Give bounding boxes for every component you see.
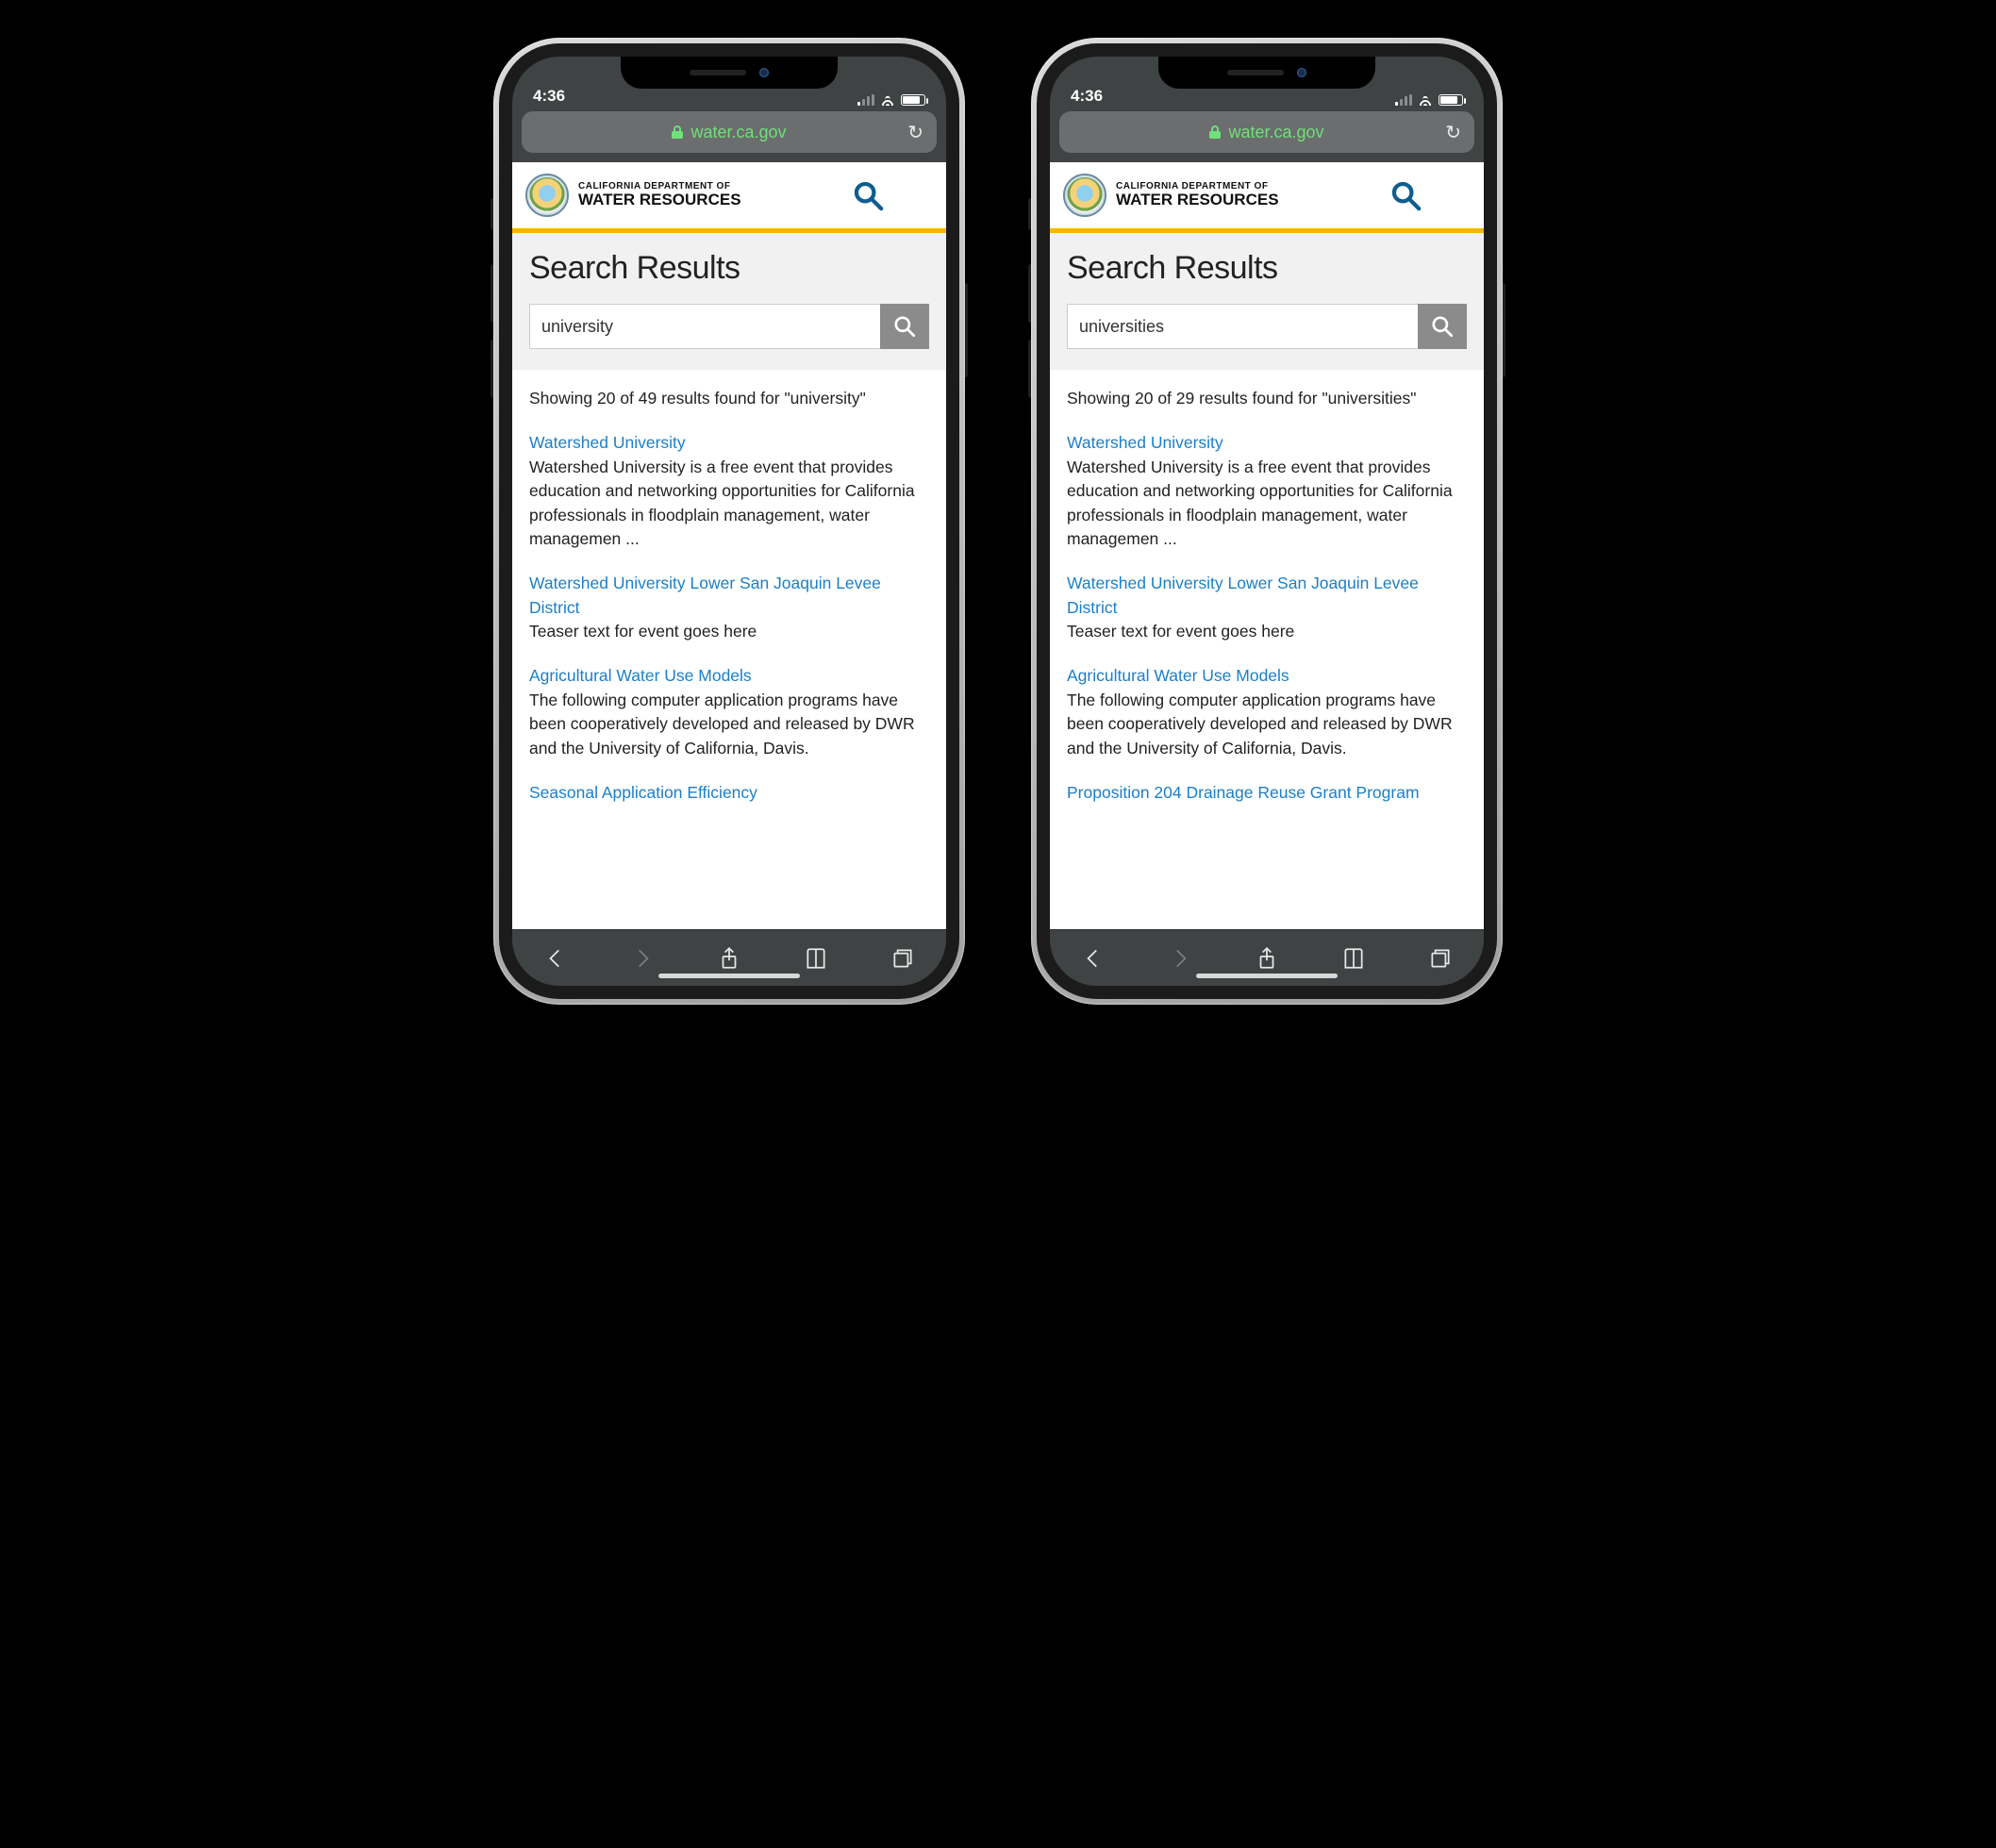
bookmarks-button[interactable]	[802, 944, 830, 973]
hamburger-menu-button[interactable]	[1431, 190, 1471, 202]
search-result: Agricultural Water Use Models The followi…	[529, 664, 929, 760]
hamburger-menu-button[interactable]	[893, 190, 933, 202]
share-button[interactable]	[1253, 944, 1281, 973]
wifi-icon	[880, 94, 895, 106]
browser-url-bar[interactable]: water.ca.gov ↻	[522, 111, 937, 153]
page-title: Search Results	[529, 250, 929, 287]
site-brand[interactable]: CALIFORNIA DEPARTMENT OF WATER RESOURCES	[1116, 181, 1380, 209]
share-button[interactable]	[715, 944, 743, 973]
site-brand[interactable]: CALIFORNIA DEPARTMENT OF WATER RESOURCES	[578, 181, 842, 209]
back-button[interactable]	[1079, 944, 1107, 973]
search-result: Seasonal Application Efficiency	[529, 781, 929, 805]
home-indicator[interactable]	[658, 974, 800, 978]
agency-seal-icon	[525, 174, 569, 217]
reload-icon[interactable]: ↻	[907, 121, 923, 144]
header-search-button[interactable]	[852, 179, 884, 211]
lock-icon	[1209, 125, 1221, 139]
forward-button[interactable]	[628, 944, 657, 973]
result-snippet: Teaser text for event goes here	[1067, 620, 1467, 643]
cell-signal-icon	[857, 94, 874, 106]
back-button[interactable]	[541, 944, 570, 973]
status-time: 4:36	[1071, 87, 1103, 106]
result-link[interactable]: Watershed University	[529, 433, 686, 452]
reload-icon[interactable]: ↻	[1445, 121, 1461, 144]
tabs-button[interactable]	[1426, 944, 1455, 973]
result-snippet: The following computer application progr…	[1067, 689, 1467, 760]
cell-signal-icon	[1395, 94, 1412, 106]
browser-url-bar[interactable]: water.ca.gov ↻	[1059, 111, 1474, 153]
browser-domain: water.ca.gov	[690, 123, 786, 142]
status-time: 4:36	[533, 87, 565, 106]
result-snippet: Watershed University is a free event tha…	[1067, 456, 1467, 552]
search-input[interactable]	[529, 304, 880, 349]
battery-icon	[1439, 94, 1463, 106]
lock-icon	[672, 125, 683, 139]
battery-icon	[901, 94, 925, 106]
search-submit-button[interactable]	[880, 304, 929, 349]
search-result: Watershed University Watershed University…	[529, 431, 929, 551]
browser-domain: water.ca.gov	[1228, 123, 1323, 142]
phone-notch	[1158, 57, 1375, 89]
results-summary: Showing 20 of 49 results found for "univ…	[529, 387, 929, 410]
search-result: Watershed University Lower San Joaquin L…	[529, 572, 929, 643]
forward-button[interactable]	[1166, 944, 1194, 973]
result-link[interactable]: Watershed University Lower San Joaquin L…	[529, 574, 881, 616]
search-result: Watershed University Watershed University…	[1067, 431, 1467, 551]
result-link[interactable]: Proposition 204 Drainage Reuse Grant Pro…	[1067, 783, 1420, 802]
search-input[interactable]	[1067, 304, 1418, 349]
bookmarks-button[interactable]	[1339, 944, 1368, 973]
result-link[interactable]: Seasonal Application Efficiency	[529, 783, 757, 802]
results-summary: Showing 20 of 29 results found for "univ…	[1067, 387, 1467, 410]
header-search-button[interactable]	[1389, 179, 1422, 211]
search-result: Agricultural Water Use Models The followi…	[1067, 664, 1467, 760]
agency-seal-icon	[1063, 174, 1106, 217]
result-snippet: Teaser text for event goes here	[529, 620, 929, 643]
result-link[interactable]: Watershed University	[1067, 433, 1223, 452]
phone-notch	[621, 57, 838, 89]
result-link[interactable]: Agricultural Water Use Models	[1067, 666, 1289, 685]
tabs-button[interactable]	[889, 944, 917, 973]
result-link[interactable]: Agricultural Water Use Models	[529, 666, 752, 685]
page-title: Search Results	[1067, 250, 1467, 287]
wifi-icon	[1418, 94, 1433, 106]
result-snippet: The following computer application progr…	[529, 689, 929, 760]
search-result: Watershed University Lower San Joaquin L…	[1067, 572, 1467, 643]
result-link[interactable]: Watershed University Lower San Joaquin L…	[1067, 574, 1419, 616]
search-submit-button[interactable]	[1418, 304, 1467, 349]
result-snippet: Watershed University is a free event tha…	[529, 456, 929, 552]
home-indicator[interactable]	[1196, 974, 1338, 978]
search-result: Proposition 204 Drainage Reuse Grant Pro…	[1067, 781, 1467, 805]
